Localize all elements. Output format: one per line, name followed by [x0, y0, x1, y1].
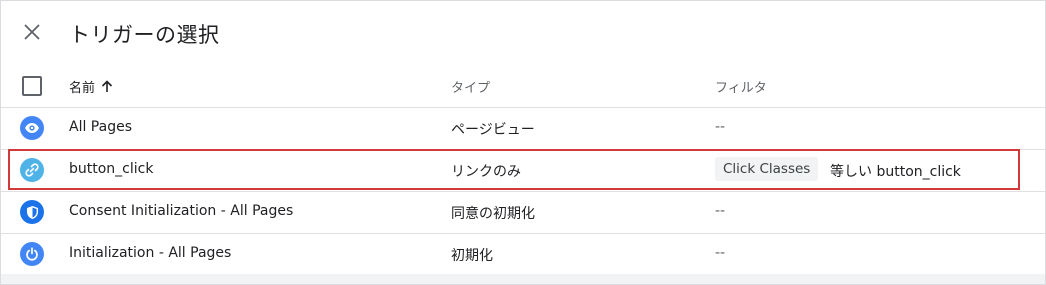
select-all-checkbox[interactable]: [22, 76, 42, 96]
link-icon: [25, 163, 39, 177]
column-header-name[interactable]: 名前: [69, 77, 113, 96]
trigger-name[interactable]: All Pages: [69, 119, 132, 135]
trigger-select-dialog: トリガーの選択 名前 タイプ フィルタ All Pages ページビュー --: [0, 0, 1046, 285]
close-icon[interactable]: [23, 23, 41, 41]
trigger-name[interactable]: Initialization - All Pages: [69, 245, 231, 261]
trigger-type-badge: [20, 200, 44, 224]
sort-ascending-icon[interactable]: [101, 80, 113, 93]
table-row[interactable]: All Pages ページビュー --: [1, 107, 1045, 150]
trigger-type-badge: [20, 242, 44, 266]
table-row[interactable]: Initialization - All Pages 初期化 --: [1, 233, 1045, 276]
table-row[interactable]: Consent Initialization - All Pages 同意の初期…: [1, 191, 1045, 234]
column-header-type: タイプ: [451, 81, 491, 96]
trigger-type: ページビュー: [451, 122, 535, 138]
filter-condition: 等しい button_click: [830, 164, 961, 180]
trigger-type-badge: [20, 116, 44, 140]
trigger-filter: --: [715, 203, 726, 219]
dialog-header: トリガーの選択: [1, 1, 1045, 63]
trigger-type-badge: [20, 158, 44, 182]
table-row[interactable]: button_click リンクのみ Click Classes 等しい but…: [1, 149, 1045, 192]
eye-icon: [25, 123, 39, 133]
power-icon: [26, 247, 38, 261]
trigger-name[interactable]: Consent Initialization - All Pages: [69, 203, 293, 219]
dialog-title: トリガーの選択: [69, 23, 220, 47]
table-footer: [1, 274, 1045, 284]
close-button[interactable]: [19, 19, 45, 45]
trigger-filter: --: [715, 245, 726, 261]
table-header-row: [1, 63, 1045, 108]
trigger-name[interactable]: button_click: [69, 161, 153, 177]
shield-icon: [26, 205, 38, 219]
column-header-filter: フィルタ: [715, 81, 767, 96]
column-header-name-label: 名前: [69, 81, 96, 96]
trigger-type: リンクのみ: [451, 164, 521, 180]
filter-variable-chip: Click Classes: [715, 157, 819, 181]
trigger-type: 初期化: [451, 248, 493, 264]
trigger-filter: --: [715, 119, 726, 135]
trigger-type: 同意の初期化: [451, 206, 535, 222]
